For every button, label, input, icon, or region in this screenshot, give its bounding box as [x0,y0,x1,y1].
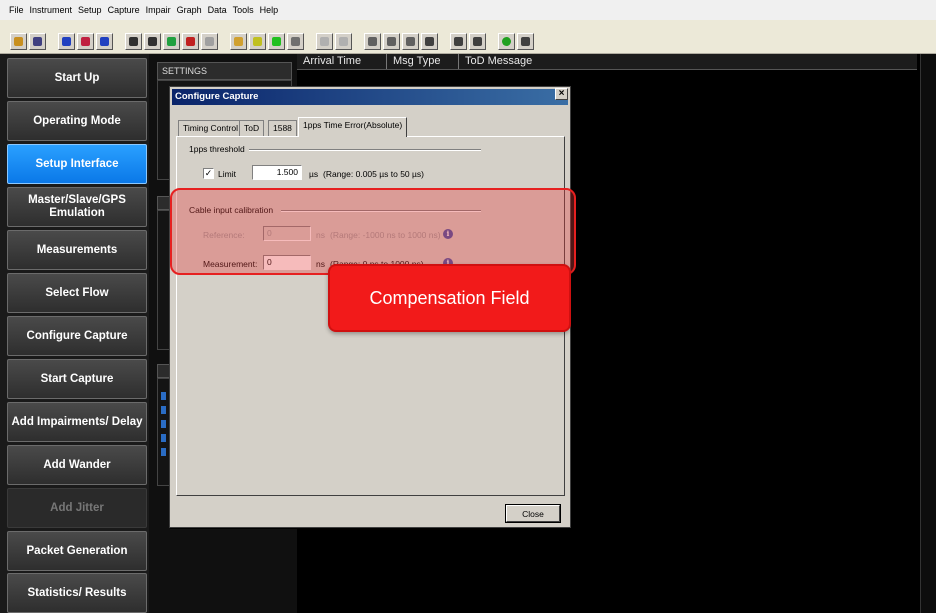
sidebar-item-add-jitter: Add Jitter [7,488,147,528]
capture-icon[interactable] [125,33,142,50]
sidebar-item-packet-generation[interactable]: Packet Generation [7,531,147,571]
sidebar-item-statistics-results[interactable]: Statistics/ Results [7,573,147,613]
flow-indicator [161,420,166,428]
compensation-field-callout: Compensation Field [328,264,571,332]
menu-data[interactable]: Data [205,5,230,15]
block-icon[interactable] [421,33,438,50]
menu-bar: File Instrument Setup Capture Impair Gra… [0,0,936,20]
limit-range: (Range: 0.005 µs to 50 µs) [323,169,424,179]
close-button[interactable]: Close [506,505,560,522]
sidebar-item-operating-mode[interactable]: Operating Mode [7,101,147,141]
sidebar-item-configure-capture[interactable]: Configure Capture [7,316,147,356]
connect-icon[interactable] [58,33,75,50]
threshold-group-label: 1pps threshold [189,144,245,154]
message-table-header: Arrival Time Msg Type ToD Message [297,54,917,70]
sidebar-item-measurements[interactable]: Measurements [7,230,147,270]
flow-indicator [161,448,166,456]
rewind-icon[interactable] [316,33,333,50]
menu-help[interactable]: Help [257,5,282,15]
tab-tod[interactable]: ToD [239,120,265,136]
capture-icon[interactable] [182,33,199,50]
tab-1588[interactable]: 1588 [268,120,297,136]
report-icon[interactable] [201,33,218,50]
save-icon[interactable] [29,33,46,50]
toolbar [0,20,936,54]
column-tod-message[interactable]: ToD Message [459,54,917,69]
sidebar-item-setup-interface[interactable]: Setup Interface [7,144,147,184]
column-msg-type[interactable]: Msg Type [387,54,459,69]
menu-tools[interactable]: Tools [230,5,257,15]
flow-indicator [161,392,166,400]
flow-indicator [161,406,166,414]
forward-icon[interactable] [335,33,352,50]
sidebar-item-master-slave-gps[interactable]: Master/Slave/GPS Emulation [7,187,147,227]
sidebar-item-start-up[interactable]: Start Up [7,58,147,98]
close-icon[interactable]: × [555,88,568,100]
connect-icon[interactable] [96,33,113,50]
sidebar: Start Up Operating Mode Setup Interface … [0,54,149,613]
limit-unit: µs [309,169,319,179]
connect-icon[interactable] [77,33,94,50]
message-scrollbar[interactable] [920,54,936,613]
stop-icon[interactable] [469,33,486,50]
grid-icon[interactable] [364,33,381,50]
tab-timing-control[interactable]: Timing Control [178,120,243,136]
menu-capture[interactable]: Capture [105,5,143,15]
compensation-field-highlight [170,188,576,275]
menu-instrument[interactable]: Instrument [27,5,76,15]
timer-icon[interactable] [498,33,515,50]
capture-icon[interactable] [144,33,161,50]
wave-icon[interactable] [383,33,400,50]
menu-file[interactable]: File [6,5,27,15]
stop-icon[interactable] [287,33,304,50]
tab-1pps-time-error[interactable]: 1pps Time Error(Absolute) [298,117,408,137]
threshold-divider [249,149,481,151]
limit-input[interactable]: 1.500 [252,165,302,180]
stop-icon[interactable] [517,33,534,50]
menu-impair[interactable]: Impair [143,5,174,15]
settings-panel-title: SETTINGS [157,62,292,80]
sidebar-item-start-capture[interactable]: Start Capture [7,359,147,399]
capture-c-icon[interactable] [268,33,285,50]
limit-checkbox[interactable]: ✓ [203,168,214,179]
graph-icon[interactable] [230,33,247,50]
play-icon[interactable] [450,33,467,50]
capture-start-icon[interactable] [249,33,266,50]
dialog-title: Configure Capture [172,89,568,105]
sidebar-item-add-wander[interactable]: Add Wander [7,445,147,485]
flow-indicator [161,434,166,442]
open-icon[interactable] [10,33,27,50]
list-icon[interactable] [402,33,419,50]
capture-icon[interactable] [163,33,180,50]
menu-setup[interactable]: Setup [75,5,105,15]
limit-label: Limit [218,169,236,179]
menu-graph[interactable]: Graph [174,5,205,15]
sidebar-item-add-impairments[interactable]: Add Impairments/ Delay [7,402,147,442]
sidebar-item-select-flow[interactable]: Select Flow [7,273,147,313]
column-arrival-time[interactable]: Arrival Time [297,54,387,69]
